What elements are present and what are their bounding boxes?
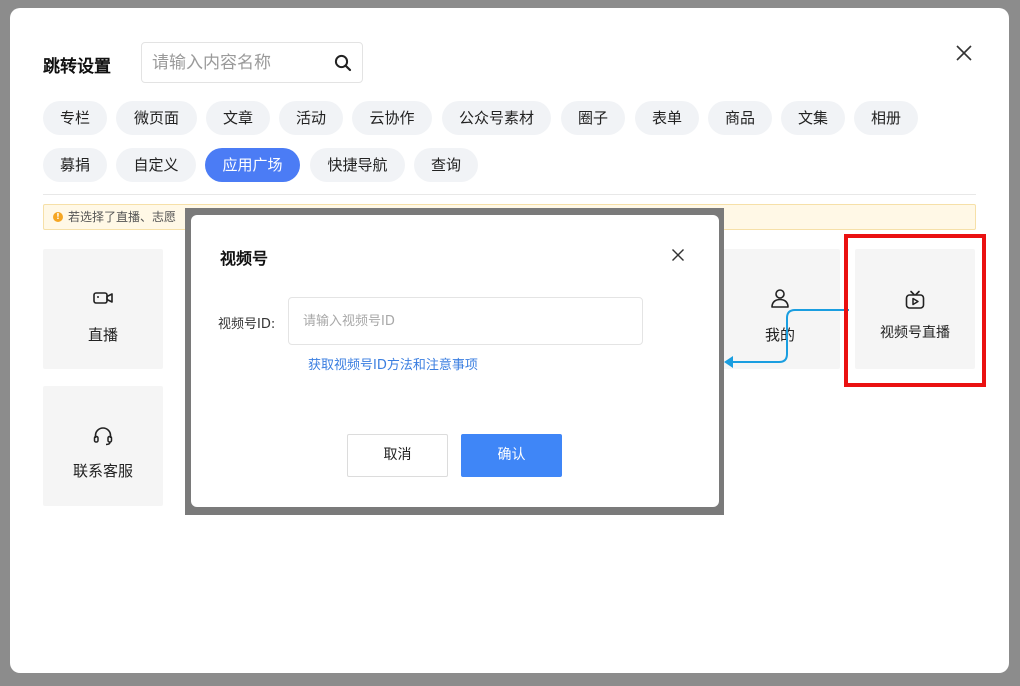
notice-text: 若选择了直播、志愿 [68, 210, 177, 224]
tab-zhuanlan[interactable]: 专栏 [43, 101, 107, 135]
divider [43, 194, 976, 195]
tab-custom[interactable]: 自定义 [116, 148, 196, 182]
tab-circle[interactable]: 圈子 [561, 101, 625, 135]
help-link[interactable]: 获取视频号ID方法和注意事项 [308, 354, 478, 373]
video-camera-icon [93, 292, 113, 304]
tab-album[interactable]: 相册 [854, 101, 918, 135]
dialog-title: 跳转设置 [43, 57, 111, 77]
tab-goods[interactable]: 商品 [708, 101, 772, 135]
channels-id-modal: 视频号 视频号ID: 获取视频号ID方法和注意事项 取消 确认 [191, 215, 719, 507]
confirm-button[interactable]: 确认 [461, 434, 562, 477]
card-customer-service[interactable]: 联系客服 [43, 386, 163, 506]
search-box [141, 42, 363, 83]
tab-donation[interactable]: 募捐 [43, 148, 107, 182]
tab-cloud-collab[interactable]: 云协作 [352, 101, 432, 135]
card-label: 视频号直播 [880, 325, 950, 341]
tab-query[interactable]: 查询 [414, 148, 478, 182]
search-icon[interactable] [333, 53, 353, 73]
user-icon [771, 289, 789, 308]
card-mine[interactable]: 我的 [720, 249, 840, 369]
card-channels-live[interactable]: 视频号直播 [855, 249, 975, 369]
tab-micro-page[interactable]: 微页面 [116, 101, 197, 135]
field-label: 视频号ID: [218, 317, 276, 332]
tab-app-square[interactable]: 应用广场 [205, 148, 300, 182]
modal-title: 视频号 [220, 249, 269, 268]
card-label: 联系客服 [72, 462, 133, 480]
search-input[interactable] [152, 51, 322, 75]
headset-icon [93, 427, 113, 446]
cancel-button[interactable]: 取消 [347, 434, 448, 477]
dialog-close-icon[interactable] [955, 44, 973, 62]
card-label: 直播 [87, 326, 118, 344]
card-live[interactable]: 直播 [43, 249, 163, 369]
tab-mp-material[interactable]: 公众号素材 [442, 101, 551, 135]
modal-close-icon[interactable] [671, 248, 685, 262]
card-label: 我的 [764, 326, 795, 344]
info-icon: ! [53, 212, 63, 222]
channels-id-input[interactable] [288, 297, 643, 345]
tab-collection[interactable]: 文集 [781, 101, 845, 135]
tv-play-icon [905, 290, 925, 309]
tab-quick-nav[interactable]: 快捷导航 [310, 148, 405, 182]
tab-form[interactable]: 表单 [635, 101, 699, 135]
tab-article[interactable]: 文章 [206, 101, 270, 135]
tab-activity[interactable]: 活动 [279, 101, 343, 135]
